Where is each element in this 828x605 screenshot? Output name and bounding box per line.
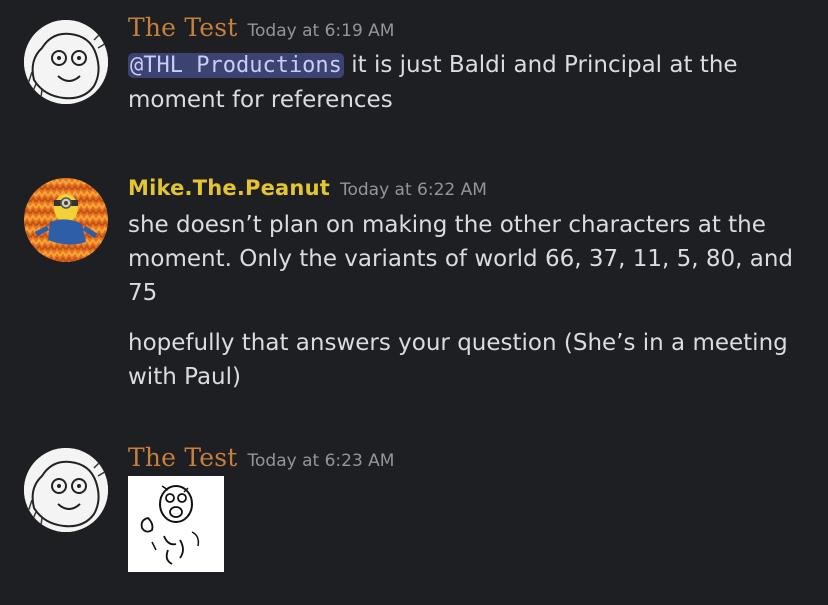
message-content: hopefully that answers your question (Sh…: [128, 330, 788, 390]
message-header: The Test Today at 6:23 AM: [128, 443, 394, 472]
user-mention[interactable]: @THL Productions: [128, 53, 344, 78]
sketch-sticker-image: [128, 476, 224, 572]
message-content: she doesn’t plan on making the other cha…: [128, 212, 794, 306]
user-avatar-the-test[interactable]: [24, 20, 108, 104]
sketch-avatar-icon: [24, 448, 108, 532]
username[interactable]: The Test: [128, 443, 238, 472]
timestamp: Today at 6:19 AM: [247, 21, 395, 41]
user-avatar-mike-the-peanut[interactable]: [24, 178, 108, 262]
sketch-avatar-icon: [24, 20, 108, 104]
username[interactable]: Mike.The.Peanut: [128, 176, 330, 200]
message-header: The Test Today at 6:19 AM: [128, 13, 394, 42]
timestamp: Today at 6:22 AM: [339, 180, 487, 200]
timestamp: Today at 6:23 AM: [247, 451, 395, 471]
message-content: @THL Productions it is just Baldi and Pr…: [128, 48, 808, 117]
message-header: Mike.The.Peanut Today at 6:22 AM: [128, 176, 487, 200]
username[interactable]: The Test: [128, 13, 238, 42]
chat-log: The Test Today at 6:19 AM @THL Production…: [0, 0, 828, 605]
image-attachment[interactable]: [128, 476, 224, 572]
user-avatar-the-test[interactable]: [24, 448, 108, 532]
minion-avatar-icon: [24, 178, 108, 262]
